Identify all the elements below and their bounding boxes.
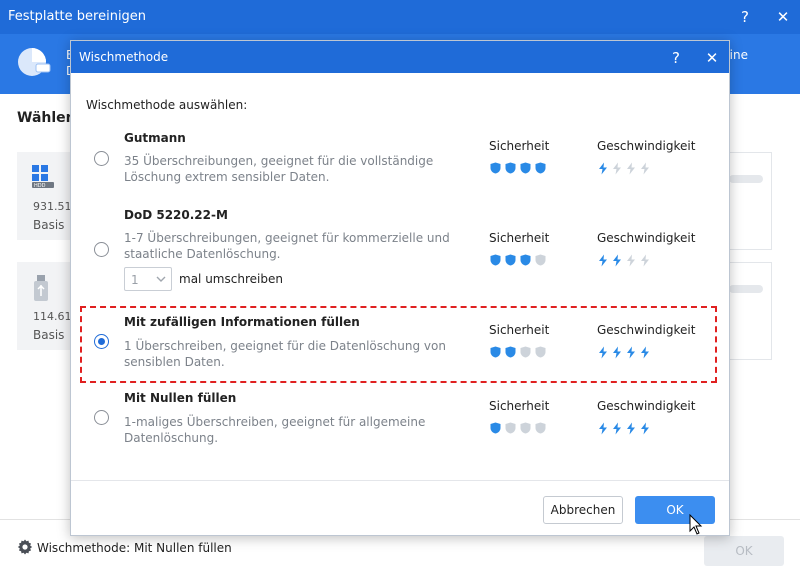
shield-icon — [520, 254, 531, 266]
security-rating — [490, 422, 546, 436]
shield-icon — [520, 162, 531, 174]
option-name: DoD 5220.22-M — [124, 208, 228, 222]
security-label: Sicherheit — [489, 139, 550, 153]
main-ok-button[interactable]: OK — [704, 536, 784, 566]
shield-icon — [535, 346, 546, 358]
usage-bar — [729, 175, 763, 183]
shield-icon — [505, 422, 516, 434]
shield-icon — [520, 422, 531, 434]
svg-text:HDD: HDD — [34, 183, 46, 188]
chevron-down-icon — [156, 276, 166, 282]
overwrite-count-label: mal umschreiben — [179, 272, 283, 286]
dialog-titlebar: Wischmethode ? ✕ — [71, 41, 729, 73]
shield-icon — [520, 346, 531, 358]
shield-icon — [490, 254, 501, 266]
shield-icon — [505, 254, 516, 266]
speed-rating — [598, 346, 650, 360]
window-title: Festplatte bereinigen — [8, 9, 147, 24]
bolt-icon — [599, 422, 607, 435]
shield-icon — [535, 254, 546, 266]
disk-card-hdd[interactable]: HDD 931.51G Basis — [17, 152, 80, 240]
select-disk-title: Wählen — [17, 110, 76, 126]
header-right-text: ine — [729, 48, 748, 62]
shield-icon — [490, 162, 501, 174]
wipe-method-status: Wischmethode: Mit Nullen füllen — [37, 541, 232, 555]
close-icon[interactable]: ✕ — [772, 6, 794, 28]
radio-gutmann[interactable] — [94, 151, 109, 166]
bolt-icon — [627, 162, 635, 175]
security-rating — [490, 254, 546, 268]
overwrite-count-value: 1 — [131, 273, 139, 287]
speed-label: Geschwindigkeit — [597, 139, 696, 153]
shield-icon — [505, 346, 516, 358]
target-card-1[interactable] — [726, 152, 772, 250]
option-desc: 1 Überschreiben, geeignet für die Datenl… — [124, 339, 446, 369]
target-card-2[interactable] — [726, 262, 772, 360]
mouse-cursor-icon — [689, 514, 703, 535]
radio-random[interactable] — [94, 334, 109, 349]
dialog-help-icon[interactable]: ? — [665, 47, 687, 69]
radio-zeros[interactable] — [94, 410, 109, 425]
radio-dod[interactable] — [94, 242, 109, 257]
gear-icon — [17, 539, 33, 555]
security-label: Sicherheit — [489, 231, 550, 245]
usb-drive-icon — [34, 275, 48, 301]
window-titlebar: Festplatte bereinigen ? ✕ — [0, 0, 800, 34]
bolt-icon — [613, 422, 621, 435]
bolt-icon — [599, 254, 607, 267]
speed-label: Geschwindigkeit — [597, 231, 696, 245]
shield-icon — [535, 162, 546, 174]
ok-button[interactable]: OK — [635, 496, 715, 524]
disk-type: Basis — [33, 328, 65, 342]
cancel-button[interactable]: Abbrechen — [543, 496, 623, 524]
speed-rating — [598, 254, 650, 268]
security-label: Sicherheit — [489, 323, 550, 337]
bolt-icon — [599, 346, 607, 359]
option-desc: 1-7 Überschreibungen, geeignet für komme… — [124, 231, 450, 261]
hdd-icon: HDD — [32, 165, 54, 188]
bolt-icon — [613, 254, 621, 267]
wipe-method-dialog: Wischmethode ? ✕ Wischmethode auswählen:… — [70, 40, 730, 536]
bolt-icon — [641, 346, 649, 359]
option-desc: 35 Überschreibungen, geeignet für die vo… — [124, 154, 434, 184]
shield-icon — [535, 422, 546, 434]
option-name: Mit Nullen füllen — [124, 391, 237, 405]
option-desc: 1-maliges Überschreiben, geeignet für al… — [124, 415, 426, 445]
speed-rating — [598, 422, 650, 436]
shield-icon — [490, 422, 501, 434]
option-name: Gutmann — [124, 131, 186, 145]
disk-wipe-icon — [18, 48, 51, 76]
bolt-icon — [627, 346, 635, 359]
bolt-icon — [641, 422, 649, 435]
help-icon[interactable]: ? — [734, 6, 756, 28]
dialog-divider — [71, 480, 729, 481]
bolt-icon — [599, 162, 607, 175]
shield-icon — [505, 162, 516, 174]
security-label: Sicherheit — [489, 399, 550, 413]
usage-bar — [729, 285, 763, 293]
bolt-icon — [627, 254, 635, 267]
overwrite-count-select[interactable]: 1 — [124, 267, 172, 291]
speed-label: Geschwindigkeit — [597, 323, 696, 337]
bolt-icon — [641, 254, 649, 267]
speed-label: Geschwindigkeit — [597, 399, 696, 413]
option-name: Mit zufälligen Informationen füllen — [124, 315, 360, 329]
shield-icon — [490, 346, 501, 358]
dialog-close-icon[interactable]: ✕ — [701, 47, 723, 69]
speed-rating — [598, 162, 650, 176]
disk-card-usb[interactable]: 114.61G Basis — [17, 262, 80, 350]
security-rating — [490, 162, 546, 176]
section-label: Wischmethode auswählen: — [86, 98, 248, 112]
security-rating — [490, 346, 546, 360]
bolt-icon — [613, 346, 621, 359]
bolt-icon — [641, 162, 649, 175]
bolt-icon — [627, 422, 635, 435]
bolt-icon — [613, 162, 621, 175]
dialog-title: Wischmethode — [79, 50, 169, 64]
disk-type: Basis — [33, 218, 65, 232]
